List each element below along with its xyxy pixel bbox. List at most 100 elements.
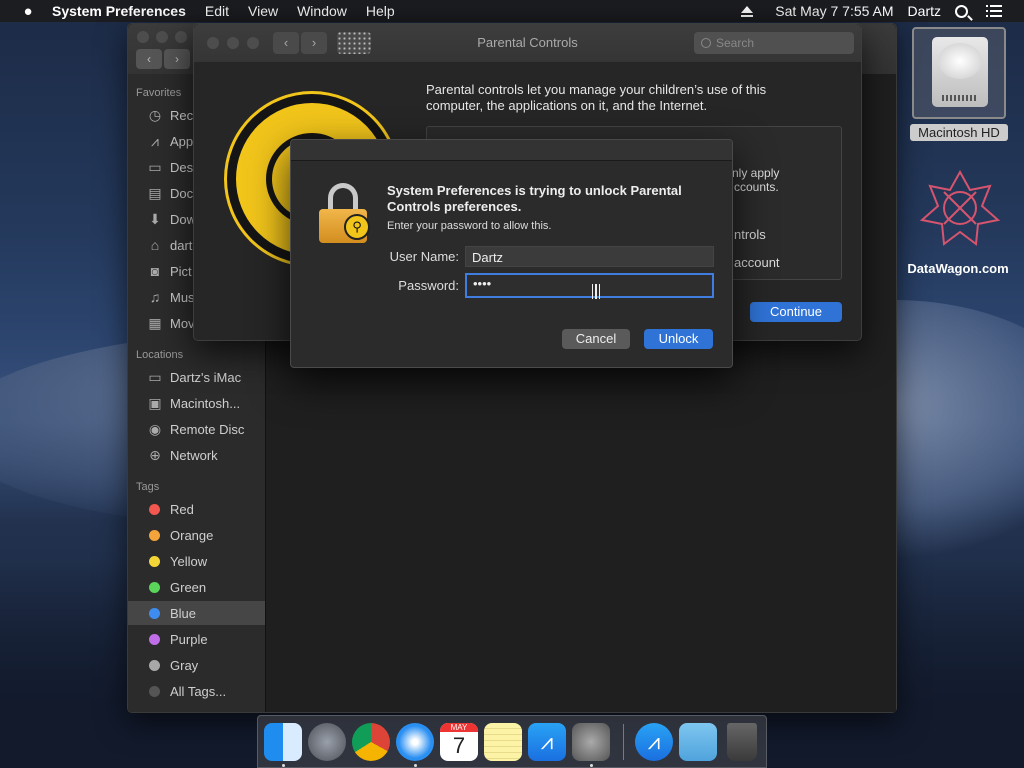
downloads-folder-dock-icon[interactable] [679, 723, 717, 761]
sidebar-item[interactable]: ▣ Macintosh... [128, 391, 265, 415]
pc-titlebar: ‹ › Parental Controls Search [194, 24, 861, 62]
imac-icon: ▭ [148, 368, 162, 385]
spotlight-icon[interactable] [955, 4, 968, 18]
menu-view[interactable]: View [248, 3, 278, 19]
datawagon-icon[interactable] [918, 168, 1002, 248]
downloads-icon: ⬇ [149, 210, 161, 227]
sidebar-item-label: Pict [170, 263, 192, 279]
menu-window[interactable]: Window [297, 3, 347, 19]
menu-app-name[interactable]: System Preferences [52, 3, 186, 19]
applications-icon: ⩘ [151, 132, 159, 149]
app-store-downloads-dock-icon[interactable]: ⩘ [635, 723, 673, 761]
continue-button[interactable]: Continue [750, 302, 842, 322]
sidebar-tag-item[interactable]: All Tags... [128, 679, 265, 703]
sidebar-item-label: Des [170, 159, 194, 175]
sidebar-tag-item[interactable]: Green [128, 575, 265, 599]
sidebar-section-favorites: Favorites [136, 87, 182, 99]
menubar-user[interactable]: Dartz [908, 3, 941, 19]
menu-help[interactable]: Help [366, 3, 395, 19]
sidebar-item[interactable]: ◉ Remote Disc [128, 417, 265, 441]
apple-menu-icon[interactable]: ● [19, 3, 37, 20]
chrome-dock-icon[interactable] [352, 723, 390, 761]
tag-dot-icon [149, 633, 160, 645]
menubar: ● System Preferences Edit View Window He… [0, 0, 1024, 22]
finder-forward-icon[interactable]: › [164, 49, 190, 69]
sidebar-item-label: Mus [170, 289, 195, 305]
pictures-icon: ◙ [150, 263, 160, 279]
password-field[interactable]: •••• [465, 273, 714, 298]
tag-dot-icon [149, 581, 160, 593]
sidebar-item-label: Network [170, 447, 218, 463]
password-label: Password: [398, 278, 459, 293]
text-cursor-icon [592, 284, 600, 299]
sidebar-item-label: Yellow [170, 553, 208, 569]
tag-dot-icon [149, 555, 160, 567]
pc-search-input[interactable]: Search [694, 32, 854, 54]
username-label: User Name: [389, 249, 459, 264]
pc-box-text-2: ccounts. [734, 180, 779, 194]
sidebar-tag-item[interactable]: Blue [128, 601, 265, 625]
unlock-button[interactable]: Unlock [644, 329, 713, 349]
app-store-dock-icon[interactable]: ⩘ [528, 723, 566, 761]
trash-dock-icon[interactable] [727, 723, 757, 761]
parental-badge-icon: ⚲ [344, 214, 370, 240]
tag-dot-icon [149, 607, 160, 619]
sidebar-item-label: App [170, 133, 194, 149]
eject-icon[interactable] [741, 5, 754, 17]
home-icon: ⌂ [150, 237, 160, 253]
sidebar-tag-item[interactable]: Gray [128, 653, 265, 677]
notification-center-icon[interactable] [986, 5, 1002, 17]
menu-edit[interactable]: Edit [205, 3, 229, 19]
sidebar-item-label: Doc [170, 185, 194, 201]
desktop-icon: ▭ [148, 158, 162, 175]
dialog-message: System Preferences is trying to unlock P… [387, 183, 682, 214]
finder-back-icon[interactable]: ‹ [136, 49, 162, 69]
dialog-submessage: Enter your password to allow this. [387, 220, 552, 232]
network-icon: ⊕ [149, 446, 161, 463]
finder-dock-icon[interactable] [264, 723, 302, 761]
tag-dot-icon [149, 685, 160, 697]
sidebar-item-label: Orange [170, 527, 214, 543]
finder-zoom-icon[interactable] [175, 31, 187, 43]
sidebar-tag-item[interactable]: Red [128, 497, 265, 521]
pc-description: Parental controls let you manage your ch… [426, 82, 767, 113]
finder-close-icon[interactable] [137, 31, 149, 43]
datawagon-label[interactable]: DataWagon.com [900, 261, 1016, 276]
sidebar-item-label: Green [170, 579, 207, 595]
sidebar-item-label: Remote Disc [170, 421, 245, 437]
sidebar-item-label: Rec [170, 107, 194, 123]
tag-dot-icon [149, 503, 160, 515]
lock-icon: ⚲ [319, 183, 371, 245]
calendar-dock-icon[interactable]: MAY 7 [440, 723, 478, 761]
sidebar-item-label: Gray [170, 657, 199, 673]
macintosh-hd-desktop-icon[interactable] [912, 27, 1006, 119]
cancel-button[interactable]: Cancel [562, 329, 630, 349]
sidebar-item[interactable]: ⊕ Network [128, 443, 265, 467]
sidebar-tag-item[interactable]: Orange [128, 523, 265, 547]
sidebar-item-label: dart [170, 237, 193, 253]
pc-box-text-3: ntrols [734, 227, 766, 242]
macintosh-hd-label[interactable]: Macintosh HD [910, 124, 1008, 141]
sidebar-item-label: Mov [170, 315, 195, 331]
notes-dock-icon[interactable] [484, 723, 522, 761]
tag-dot-icon [149, 529, 160, 541]
menubar-clock[interactable]: Sat May 7 7:55 AM [775, 3, 893, 19]
unlock-dialog: ⚲ System Preferences is trying to unlock… [290, 139, 733, 368]
search-icon [701, 38, 711, 48]
sidebar-tag-item[interactable]: Yellow [128, 549, 265, 573]
sidebar-item-label: Red [170, 501, 194, 517]
sidebar-item[interactable]: ▭ Dartz's iMac [128, 365, 265, 389]
sidebar-item-label: Blue [170, 605, 197, 621]
sidebar-section-locations: Locations [136, 349, 184, 361]
sidebar-item-label: Dartz's iMac [170, 369, 242, 385]
sidebar-tag-item[interactable]: Purple [128, 627, 265, 651]
finder-minimize-icon[interactable] [156, 31, 168, 43]
dock: MAY 7 ⩘ ⩘ [257, 715, 767, 768]
system-preferences-dock-icon[interactable] [572, 723, 610, 761]
recents-icon: ◷ [148, 106, 162, 123]
launchpad-dock-icon[interactable] [308, 723, 346, 761]
music-icon: ♫ [149, 289, 161, 305]
documents-icon: ▤ [148, 184, 162, 201]
safari-dock-icon[interactable] [396, 723, 434, 761]
username-field[interactable]: Dartz [465, 246, 714, 267]
